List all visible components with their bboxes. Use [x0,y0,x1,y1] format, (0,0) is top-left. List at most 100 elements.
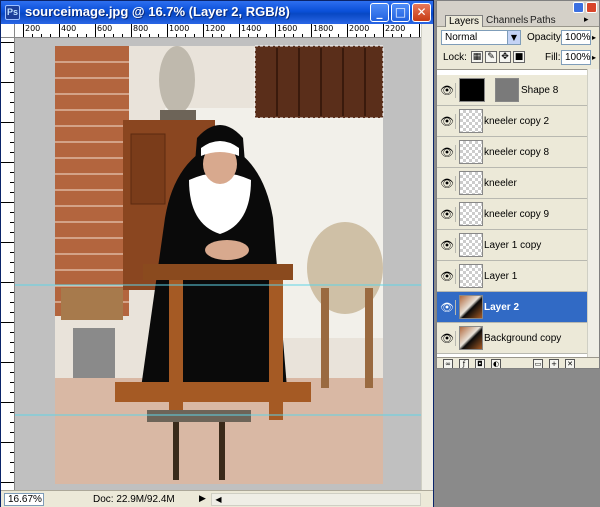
ruler-tick [95,24,96,37]
ruler-label: 1800 [313,24,334,33]
layer-thumbnail[interactable] [459,109,483,133]
fill-field[interactable]: 100% [561,50,591,65]
layer-name: Background copy [484,333,562,344]
zoom-level-field[interactable]: 16.67% [4,493,44,506]
visibility-eye-icon[interactable]: 👁 [439,269,456,284]
ruler-label: 1000 [169,24,190,33]
layer-thumbnail[interactable] [459,140,483,164]
layer-row[interactable]: 👁 kneeler copy 2 [437,106,587,137]
ruler-tick [419,24,420,37]
ruler-tick [1,282,14,283]
layer-row[interactable]: 👁 kneeler [437,168,587,199]
layer-thumbnail[interactable] [459,171,483,195]
layer-thumbnail[interactable] [459,295,483,319]
ruler-tick [383,24,384,37]
layer-thumbnail[interactable] [459,78,485,102]
maximize-button[interactable]: □ [391,3,410,22]
vertical-scrollbar[interactable] [421,24,433,490]
ruler-label: 1600 [277,24,298,33]
layer-row[interactable]: 👁 Layer 1 copy [437,230,587,261]
layer-row[interactable]: 👁 Background copy [437,323,587,354]
blend-mode-value: Normal [445,32,478,43]
opacity-field[interactable]: 100% [561,30,591,45]
scroll-left-icon[interactable]: ◀ [212,494,225,505]
layer-style-icon[interactable]: ƒ [459,359,469,368]
delete-layer-icon[interactable]: ✕ [565,359,575,368]
visibility-eye-icon[interactable]: 👁 [439,114,456,129]
tab-paths[interactable]: Paths [527,15,559,27]
visibility-eye-icon[interactable]: 👁 [439,145,456,160]
layer-thumbnail[interactable] [459,326,483,350]
ruler-label: 2200 [385,24,406,33]
ruler-tick [131,24,132,37]
ruler-origin[interactable] [1,24,15,38]
panel-minimize-button[interactable] [573,2,584,13]
visibility-eye-icon[interactable]: 👁 [439,331,456,346]
bucket [73,328,115,378]
layer-mask-icon[interactable]: ◘ [475,359,485,368]
layer-list-scrollbar[interactable] [587,69,599,357]
lock-transparency-icon[interactable]: ▦ [471,51,483,63]
ruler-tick [203,24,204,37]
fill-label: Fill: [545,52,561,63]
ruler-tick [1,322,14,323]
opacity-arrow-icon[interactable]: ▸ [592,31,599,45]
document-window: Ps sourceimage.jpg @ 16.7% (Layer 2, RGB… [0,0,434,507]
layer-name: kneeler copy 8 [484,147,550,158]
visibility-eye-icon[interactable]: 👁 [439,176,456,191]
layer-row[interactable]: 👁 kneeler copy 8 [437,137,587,168]
lock-all-icon[interactable]: ■ [513,51,525,63]
close-button[interactable]: ✕ [412,3,431,22]
horizontal-scrollbar[interactable]: ◀ [211,493,421,506]
ruler-tick [239,24,240,37]
new-layer-icon[interactable]: + [549,359,559,368]
stool-leg [173,422,179,480]
panel-tabs: Layers Channels Paths ▸ [437,1,599,27]
spinning-wheel-leg [321,288,329,388]
minimize-button[interactable]: _ [370,3,389,22]
link-layers-icon[interactable]: ∞ [443,359,453,368]
ruler-tick [167,24,168,37]
tab-channels[interactable]: Channels [483,15,531,27]
layer-list[interactable]: 👁 Shape 8 👁 kneeler copy 2 👁 kneeler copy 8 👁 k… [437,69,587,357]
visibility-eye-icon[interactable]: 👁 [439,207,456,222]
vector-mask-thumbnail[interactable] [495,78,519,102]
blend-mode-select[interactable]: Normal ▼ [441,30,521,45]
ruler-tick [1,242,14,243]
lock-position-icon[interactable]: ✥ [499,51,511,63]
horizontal-ruler[interactable]: 200 400 600 800 1000 1200 1400 1600 1800 2000 2200 [15,24,421,38]
ruler-label: 400 [61,24,77,33]
visibility-eye-icon[interactable]: 👁 [439,238,456,253]
layer-row[interactable]: 👁 Shape 8 [437,75,587,106]
statue [159,46,195,114]
new-group-icon[interactable]: ▭ [533,359,543,368]
ruler-tick [23,24,24,37]
cabinet-panel [130,133,166,205]
layer-row[interactable]: 👁 kneeler copy 9 [437,199,587,230]
visibility-eye-icon[interactable]: 👁 [439,300,456,315]
lock-pixels-icon[interactable]: ✎ [485,51,497,63]
ruler-label: 1400 [241,24,262,33]
layer-thumbnail[interactable] [459,264,483,288]
layer-row[interactable]: 👁 Layer 2 [437,292,587,323]
layer-name: Shape 8 [521,85,559,96]
chevron-down-icon[interactable]: ▼ [507,31,520,44]
layer-thumbnail[interactable] [459,202,483,226]
adjustment-layer-icon[interactable]: ◐ [491,359,501,368]
layers-panel-footer: ∞ ƒ ◘ ◐ ▭ + ✕ [437,357,599,368]
tab-layers[interactable]: Layers [445,15,484,27]
layer-row[interactable]: 👁 Layer 1 [437,261,587,292]
layer-thumbnail[interactable] [459,233,483,257]
layer-name: kneeler copy 9 [484,209,550,220]
document-canvas[interactable] [15,38,421,490]
vertical-ruler[interactable] [1,38,15,490]
status-menu-arrow[interactable]: ▶ [199,493,209,505]
panel-menu-icon[interactable]: ▸ [584,14,596,26]
visibility-eye-icon[interactable]: 👁 [439,83,456,98]
document-title-bar[interactable]: Ps sourceimage.jpg @ 16.7% (Layer 2, RGB… [1,1,433,24]
ruler-label: 1200 [205,24,226,33]
ruler-tick [1,482,14,483]
panel-close-button[interactable] [586,2,597,13]
canvas-area[interactable] [15,38,421,490]
fill-arrow-icon[interactable]: ▸ [592,51,599,65]
